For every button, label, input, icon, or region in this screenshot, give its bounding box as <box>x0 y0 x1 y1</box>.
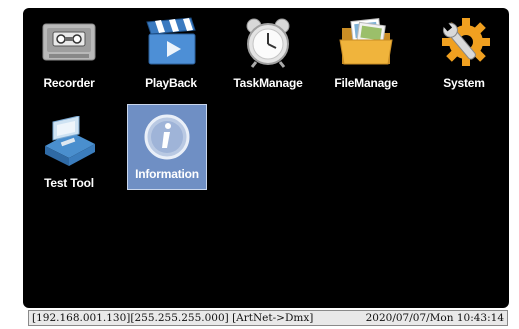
menu-item-label: Information <box>135 167 199 181</box>
menu-item-information[interactable]: Information <box>127 104 207 190</box>
gear-wrench-icon <box>442 18 490 66</box>
toolbox-icon <box>45 116 95 166</box>
menu-item-label: System <box>443 76 485 90</box>
date-time: 2020/07/07/Mon 10:43:14 <box>365 312 504 324</box>
menu-item-filemanage[interactable]: FileManage <box>326 14 406 96</box>
menu-item-playback[interactable]: PlayBack <box>131 14 211 96</box>
menu-item-test-tool[interactable]: Test Tool <box>29 114 109 196</box>
info-icon <box>144 114 190 160</box>
menu-item-taskmanage[interactable]: TaskManage <box>228 14 308 96</box>
menu-item-label: Test Tool <box>44 176 94 190</box>
menu-item-recorder[interactable]: Recorder <box>29 14 109 96</box>
tape-recorder-icon <box>42 23 96 61</box>
menu-item-label: Recorder <box>43 76 95 90</box>
alarm-clock-icon <box>246 18 290 68</box>
menu-item-label: FileManage <box>334 76 398 90</box>
menu-item-label: TaskManage <box>233 76 303 90</box>
menu-item-system[interactable]: System <box>424 14 504 96</box>
network-info: [192.168.001.130][255.255.255.000] [ArtN… <box>32 312 314 324</box>
clapperboard-icon <box>146 17 196 65</box>
status-bar: [192.168.001.130][255.255.255.000] [ArtN… <box>28 310 508 326</box>
folder-icon <box>339 18 393 65</box>
menu-item-label: PlayBack <box>145 76 197 90</box>
menu-screen: Recorder PlayBack TaskManage FileManage … <box>23 8 509 308</box>
